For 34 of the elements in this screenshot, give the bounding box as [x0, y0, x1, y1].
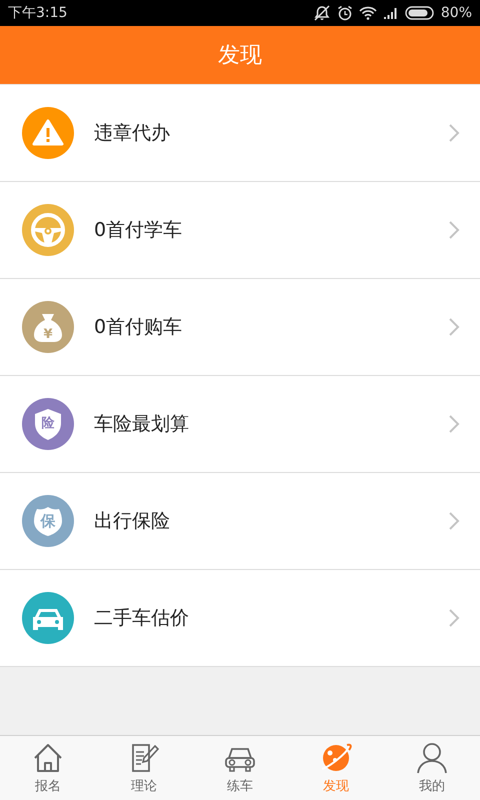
chevron-right-icon	[448, 414, 460, 434]
list-item[interactable]: 保 出行保险	[0, 473, 480, 570]
battery-icon	[404, 6, 435, 20]
item-label: 0首付购车	[94, 315, 184, 340]
chevron-right-icon	[448, 511, 460, 531]
chevron-right-icon	[448, 317, 460, 337]
badge-icon: 保	[22, 495, 74, 547]
page-title: 发现	[218, 42, 262, 70]
money-bag-icon: ¥	[22, 301, 74, 353]
list-item[interactable]: 违章代办	[0, 85, 480, 182]
chevron-right-icon	[448, 608, 460, 628]
item-label: 出行保险	[94, 509, 171, 534]
list-item[interactable]: ¥ 0首付购车	[0, 279, 480, 376]
signal-icon	[382, 7, 399, 19]
item-label: 0首付学车	[94, 218, 184, 243]
nav-tab[interactable]: 报名	[0, 736, 96, 800]
item-label: 二手车估价	[94, 606, 190, 631]
list-item[interactable]: 险 车险最划算	[0, 376, 480, 473]
shield-icon: 险	[22, 398, 74, 450]
clock-time: 下午3:15	[8, 4, 68, 22]
chevron-right-icon	[448, 123, 460, 143]
wifi-icon	[358, 6, 377, 20]
person-icon	[415, 741, 449, 775]
item-label: 违章代办	[94, 121, 171, 146]
item-label: 车险最划算	[94, 412, 190, 437]
list-item[interactable]: 二手车估价	[0, 570, 480, 667]
muted-bell-icon	[312, 5, 331, 21]
alarm-icon	[336, 5, 353, 21]
battery-percent: 80%	[440, 5, 472, 21]
nav-tab[interactable]: 我的	[384, 736, 480, 800]
chevron-right-icon	[448, 220, 460, 240]
list-item[interactable]: 0首付学车	[0, 182, 480, 279]
nav-tab[interactable]: 理论	[96, 736, 192, 800]
nav-tab[interactable]: 练车	[192, 736, 288, 800]
